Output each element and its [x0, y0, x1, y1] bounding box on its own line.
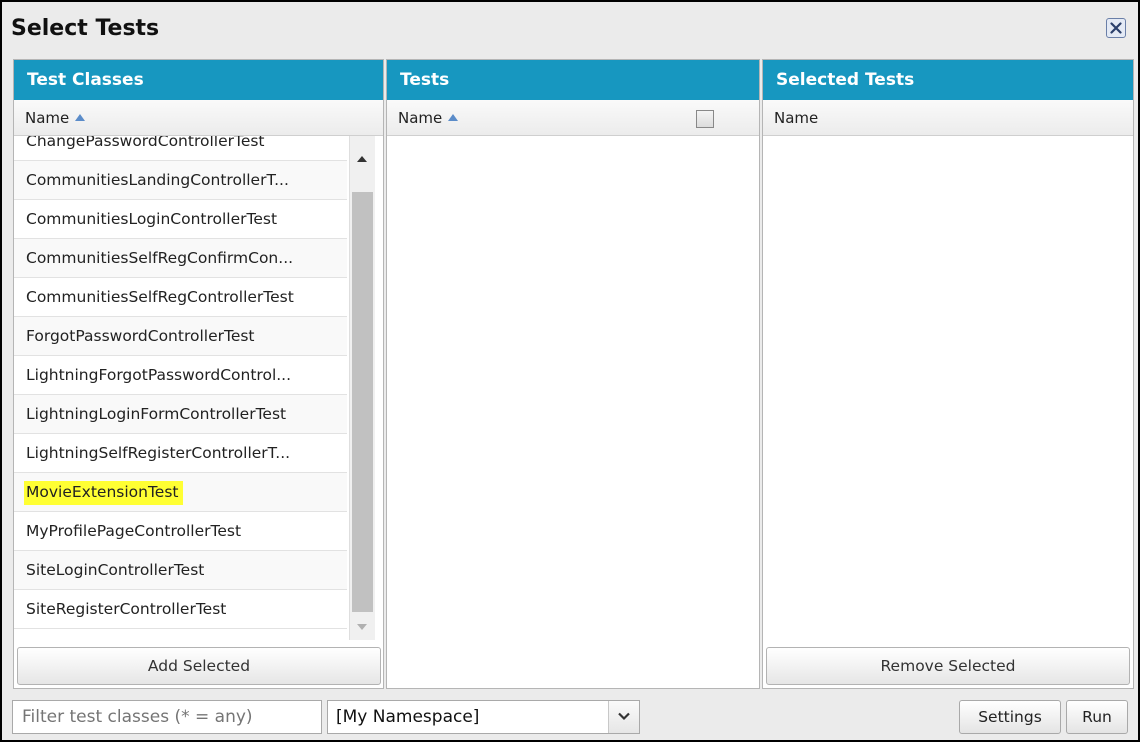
scroll-up-arrow-icon[interactable] [357, 156, 367, 162]
test-class-row[interactable]: CommunitiesLoginControllerTest [14, 200, 347, 239]
filter-test-classes-input[interactable] [12, 700, 322, 734]
test-class-name: SiteLoginControllerTest [26, 561, 205, 579]
test-classes-list: ChangePasswordControllerTest CommunitiesL… [14, 136, 347, 640]
selected-tests-name-column-header[interactable]: Name [763, 100, 1133, 136]
test-class-name: CommunitiesSelfRegControllerTest [26, 288, 294, 306]
test-class-row[interactable]: ChangePasswordControllerTest [14, 136, 347, 161]
test-class-name: SiteRegisterControllerTest [26, 600, 227, 618]
dialog-titlebar: Select Tests [2, 2, 1138, 55]
test-class-name: CommunitiesLoginControllerTest [26, 210, 278, 228]
sort-ascending-icon [75, 114, 86, 121]
test-class-name: CommunitiesLandingControllerT... [26, 171, 289, 189]
test-classes-name-column-header[interactable]: Name [14, 100, 383, 136]
test-class-row[interactable]: ForgotPasswordControllerTest [14, 317, 347, 356]
add-selected-button[interactable]: Add Selected [17, 647, 381, 685]
column-label: Name [774, 109, 819, 127]
test-class-row[interactable]: LightningForgotPasswordControl... [14, 356, 347, 395]
test-class-row[interactable]: LightningSelfRegisterControllerT... [14, 434, 347, 473]
close-icon [1110, 22, 1122, 34]
test-class-row[interactable]: MovieExtensionTest [14, 473, 347, 512]
test-class-name: ChangePasswordControllerTest [26, 136, 265, 150]
test-class-name: LightningForgotPasswordControl... [26, 366, 292, 384]
test-class-row[interactable]: SiteRegisterControllerTest [14, 590, 347, 629]
sort-ascending-icon [448, 114, 459, 121]
test-class-name: LightningLoginFormControllerTest [26, 405, 287, 423]
test-class-row[interactable]: CommunitiesLandingControllerT... [14, 161, 347, 200]
test-classes-header: Test Classes [14, 60, 383, 100]
test-class-row[interactable]: CommunitiesSelfRegControllerTest [14, 278, 347, 317]
tests-panel: Tests Name [386, 59, 760, 689]
column-label: Name [398, 109, 443, 127]
remove-selected-button[interactable]: Remove Selected [766, 647, 1130, 685]
test-class-name: MyProfilePageControllerTest [26, 522, 242, 540]
dialog-title: Select Tests [11, 16, 160, 41]
namespace-selected-value: [My Namespace] [336, 707, 480, 727]
test-class-row[interactable]: LightningLoginFormControllerTest [14, 395, 347, 434]
test-classes-scrollbar[interactable] [349, 136, 375, 640]
selected-tests-panel: Selected Tests Name Remove Selected [762, 59, 1134, 689]
bottom-toolbar: [My Namespace] Settings Run [2, 692, 1138, 738]
test-class-row[interactable]: MyProfilePageControllerTest [14, 512, 347, 551]
tests-name-column-header[interactable]: Name [387, 100, 729, 136]
test-class-name: MovieExtensionTest [24, 481, 183, 505]
namespace-select[interactable]: [My Namespace] [327, 700, 640, 734]
test-class-row[interactable]: CommunitiesSelfRegConfirmCon... [14, 239, 347, 278]
selected-tests-header: Selected Tests [763, 60, 1133, 100]
close-button[interactable] [1106, 18, 1126, 38]
tests-header: Tests [387, 60, 759, 100]
test-class-row[interactable]: SiteLoginControllerTest [14, 551, 347, 590]
select-tests-dialog: Select Tests Test Classes Name ChangePas… [0, 0, 1140, 742]
scroll-down-arrow-icon[interactable] [357, 624, 367, 630]
test-class-name: ForgotPasswordControllerTest [26, 327, 255, 345]
select-all-checkbox[interactable] [696, 110, 714, 128]
run-button[interactable]: Run [1066, 700, 1128, 734]
column-label: Name [25, 109, 70, 127]
test-class-name: LightningSelfRegisterControllerT... [26, 444, 291, 462]
test-class-name: CommunitiesSelfRegConfirmCon... [26, 249, 294, 267]
chevron-down-icon [618, 712, 630, 721]
test-classes-panel: Test Classes Name ChangePasswordControll… [13, 59, 384, 689]
settings-button[interactable]: Settings [959, 700, 1061, 734]
namespace-dropdown-button[interactable] [608, 701, 639, 733]
tests-checkbox-column [727, 100, 759, 136]
scroll-thumb[interactable] [352, 192, 373, 612]
